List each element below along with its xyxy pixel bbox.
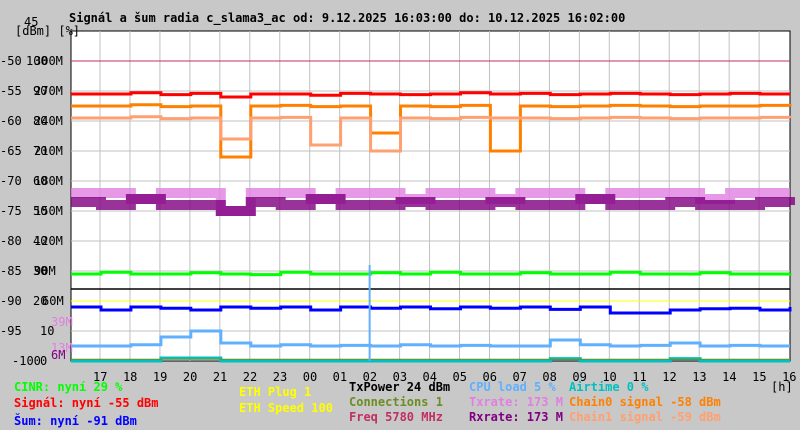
y-tick-dbm: -80 (0, 234, 22, 248)
legend-noise: Šum: nyní -91 dBm (14, 414, 137, 428)
x-tick-label: 20 (182, 370, 198, 384)
y-top-tick: 45 (24, 15, 39, 29)
y-tick-rate: 270M (34, 84, 63, 98)
series-cinr (71, 270, 792, 277)
legend-rxrate: Rxrate: 173 M (469, 410, 563, 424)
x-tick-label: 12 (662, 370, 677, 384)
x-tick-label: 19 (152, 370, 168, 384)
y-tick-rate: 150M (34, 204, 63, 218)
y-tick-dbm: -70 (0, 174, 22, 188)
y-tick-dbm: -85 (0, 264, 22, 278)
x-tick-label: 14 (722, 370, 737, 384)
legend-cinr: CINR: nyní 29 % (14, 380, 123, 394)
y-tick-rate: 180M (34, 174, 63, 188)
y-tick-rate: 120M (34, 234, 63, 248)
x-axis-unit: [h] (771, 380, 793, 394)
legend-eth-plug: ETH Plug 1 (239, 385, 312, 399)
legend-chain0: Chain0 signal -58 dBm (569, 395, 721, 409)
x-tick-label: 01 (332, 370, 348, 384)
y-tick-rate: 90M (34, 264, 56, 278)
x-tick-label: 15 (752, 370, 767, 384)
y-tick-dbm: -95 (0, 324, 22, 338)
y-tick-dbm: -55 (0, 84, 22, 98)
legend-cpu: CPU load 5 % (469, 380, 556, 394)
legend-txpower: TxPower 24 dBm (349, 380, 451, 394)
y-tick-extra: 6M (51, 348, 66, 362)
legend-connections: Connections 1 (349, 395, 443, 409)
y-tick-rate: 300M (34, 54, 63, 68)
y-tick-rate: 210M (34, 144, 63, 158)
legend-airtime: Airtime 0 % (569, 380, 649, 394)
y-tick-rate: 60M (42, 294, 64, 308)
x-tick-label: 13 (692, 370, 707, 384)
x-tick-label: 00 (302, 370, 318, 384)
y-tick-rate: 240M (34, 114, 63, 128)
y-tick-dbm: -50 (0, 54, 22, 68)
y-tick-dbm: -75 (0, 204, 22, 218)
x-tick-label: 23 (272, 370, 288, 384)
y-tick-pct: 0 (40, 354, 48, 368)
x-tick-label: 21 (212, 370, 228, 384)
y-tick-dbm: -60 (0, 114, 22, 128)
legend-txrate: Txrate: 173 M (469, 395, 563, 409)
legend-chain1: Chain1 signal -59 dBm (569, 410, 721, 424)
y-tick-dbm: -100 (12, 354, 41, 368)
signal-noise-chart: Signál a šum radia c_slama3_ac od: 9.12.… (0, 0, 800, 430)
plot-area (70, 30, 795, 363)
chart-title: Signál a šum radia c_slama3_ac od: 9.12.… (69, 11, 626, 25)
y-tick-dbm: -65 (0, 144, 22, 158)
x-tick-label: 05 (452, 370, 467, 384)
legend-signal: Signál: nyní -55 dBm (14, 396, 159, 410)
legend-eth-speed: ETH Speed 100 (239, 401, 333, 415)
legend-freq: Freq 5780 MHz (349, 410, 443, 424)
x-tick-label: 18 (122, 370, 138, 384)
pct-unit: [%] (58, 24, 81, 38)
y-tick-extra: 39M (51, 315, 73, 329)
x-tick-label: 22 (242, 370, 258, 384)
y-tick-dbm: -90 (0, 294, 22, 308)
